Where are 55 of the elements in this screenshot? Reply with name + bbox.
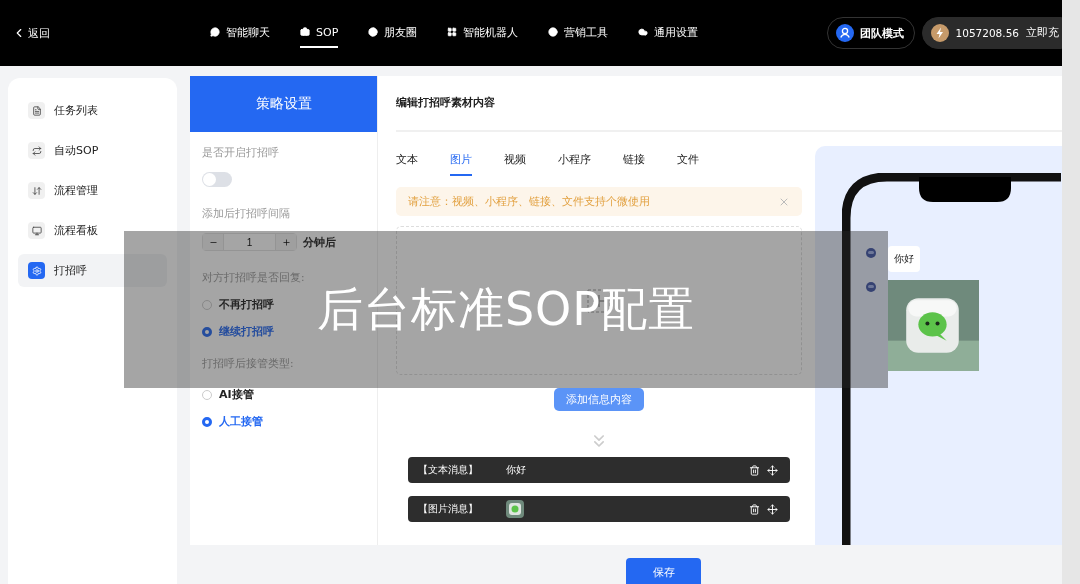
field-label: 是否开启打招呼 xyxy=(202,146,280,160)
monitor-icon xyxy=(28,222,45,239)
sidebar-item[interactable]: 流程管理 xyxy=(18,174,167,207)
save-button[interactable]: 保存 xyxy=(626,558,701,584)
content-tab[interactable]: 视频 xyxy=(504,146,526,176)
sidebar-item[interactable]: 任务列表 xyxy=(18,94,167,127)
document-icon xyxy=(28,102,45,119)
nav-tab[interactable]: 通用设置 xyxy=(638,18,699,48)
back-link[interactable]: 返回 xyxy=(12,25,50,41)
content-tab[interactable]: 图片 xyxy=(450,146,472,176)
radio-option[interactable]: AI接管 xyxy=(202,387,365,402)
chat-bubble: 你好 xyxy=(888,246,920,272)
field-label: 添加后打招呼间隔 xyxy=(202,207,291,221)
briefcase-icon xyxy=(300,27,310,37)
robot-avatar-icon xyxy=(865,280,877,292)
sidebar-item[interactable]: 流程看板 xyxy=(18,214,167,247)
balance-amount: 1057208.56 xyxy=(955,27,1019,39)
panel-header: 策略设置 xyxy=(190,76,377,132)
radio-button[interactable] xyxy=(202,326,212,337)
content-tab[interactable]: 小程序 xyxy=(558,146,591,176)
message-type: 【图片消息】 xyxy=(418,502,479,516)
content-tab[interactable]: 文件 xyxy=(677,146,699,176)
radio-button[interactable] xyxy=(202,416,212,427)
recharge-link[interactable]: 立即充 xyxy=(1026,26,1059,40)
robot-avatar-icon xyxy=(865,246,877,258)
chat-bubble-icon xyxy=(210,27,220,37)
nav-tab[interactable]: 营销工具 xyxy=(548,18,609,48)
section-title: 编辑打招呼素材内容 xyxy=(396,76,1062,132)
move-icon[interactable] xyxy=(767,503,778,515)
delete-icon[interactable] xyxy=(749,464,760,476)
settings-icon xyxy=(28,262,45,279)
move-icon[interactable] xyxy=(767,464,778,476)
nav-tab[interactable]: 智能机器人 xyxy=(447,18,519,48)
interval-stepper[interactable]: 1 xyxy=(202,233,297,251)
sidebar-item[interactable]: 自动SOP xyxy=(18,134,167,167)
content-tab[interactable]: 链接 xyxy=(623,146,645,176)
nav-tab[interactable]: 朋友圈 xyxy=(368,18,418,48)
nav-tab[interactable]: 智能聊天 xyxy=(210,18,270,48)
grid-icon xyxy=(447,27,458,37)
sort-arrows-icon xyxy=(28,182,45,199)
sidebar-item[interactable]: 打招呼 xyxy=(18,254,167,287)
greeting-toggle[interactable] xyxy=(202,172,232,187)
nav-tab[interactable]: SOP xyxy=(300,18,339,48)
user-icon xyxy=(835,24,854,42)
unit-label: 分钟后 xyxy=(303,234,336,250)
message-type: 【文本消息】 xyxy=(418,463,479,477)
content-tab[interactable]: 文本 xyxy=(396,146,418,176)
repeat-icon xyxy=(28,142,45,159)
notice-text: 请注意：视频、小程序、链接、文件支持个微使用 xyxy=(408,194,650,209)
cloud-icon xyxy=(638,27,649,37)
lightning-coin-icon xyxy=(930,24,949,42)
message-text: 你好 xyxy=(506,463,526,477)
radio-option[interactable]: 人工接管 xyxy=(202,414,365,429)
plus-icon[interactable] xyxy=(281,237,291,247)
delete-icon[interactable] xyxy=(749,503,760,515)
